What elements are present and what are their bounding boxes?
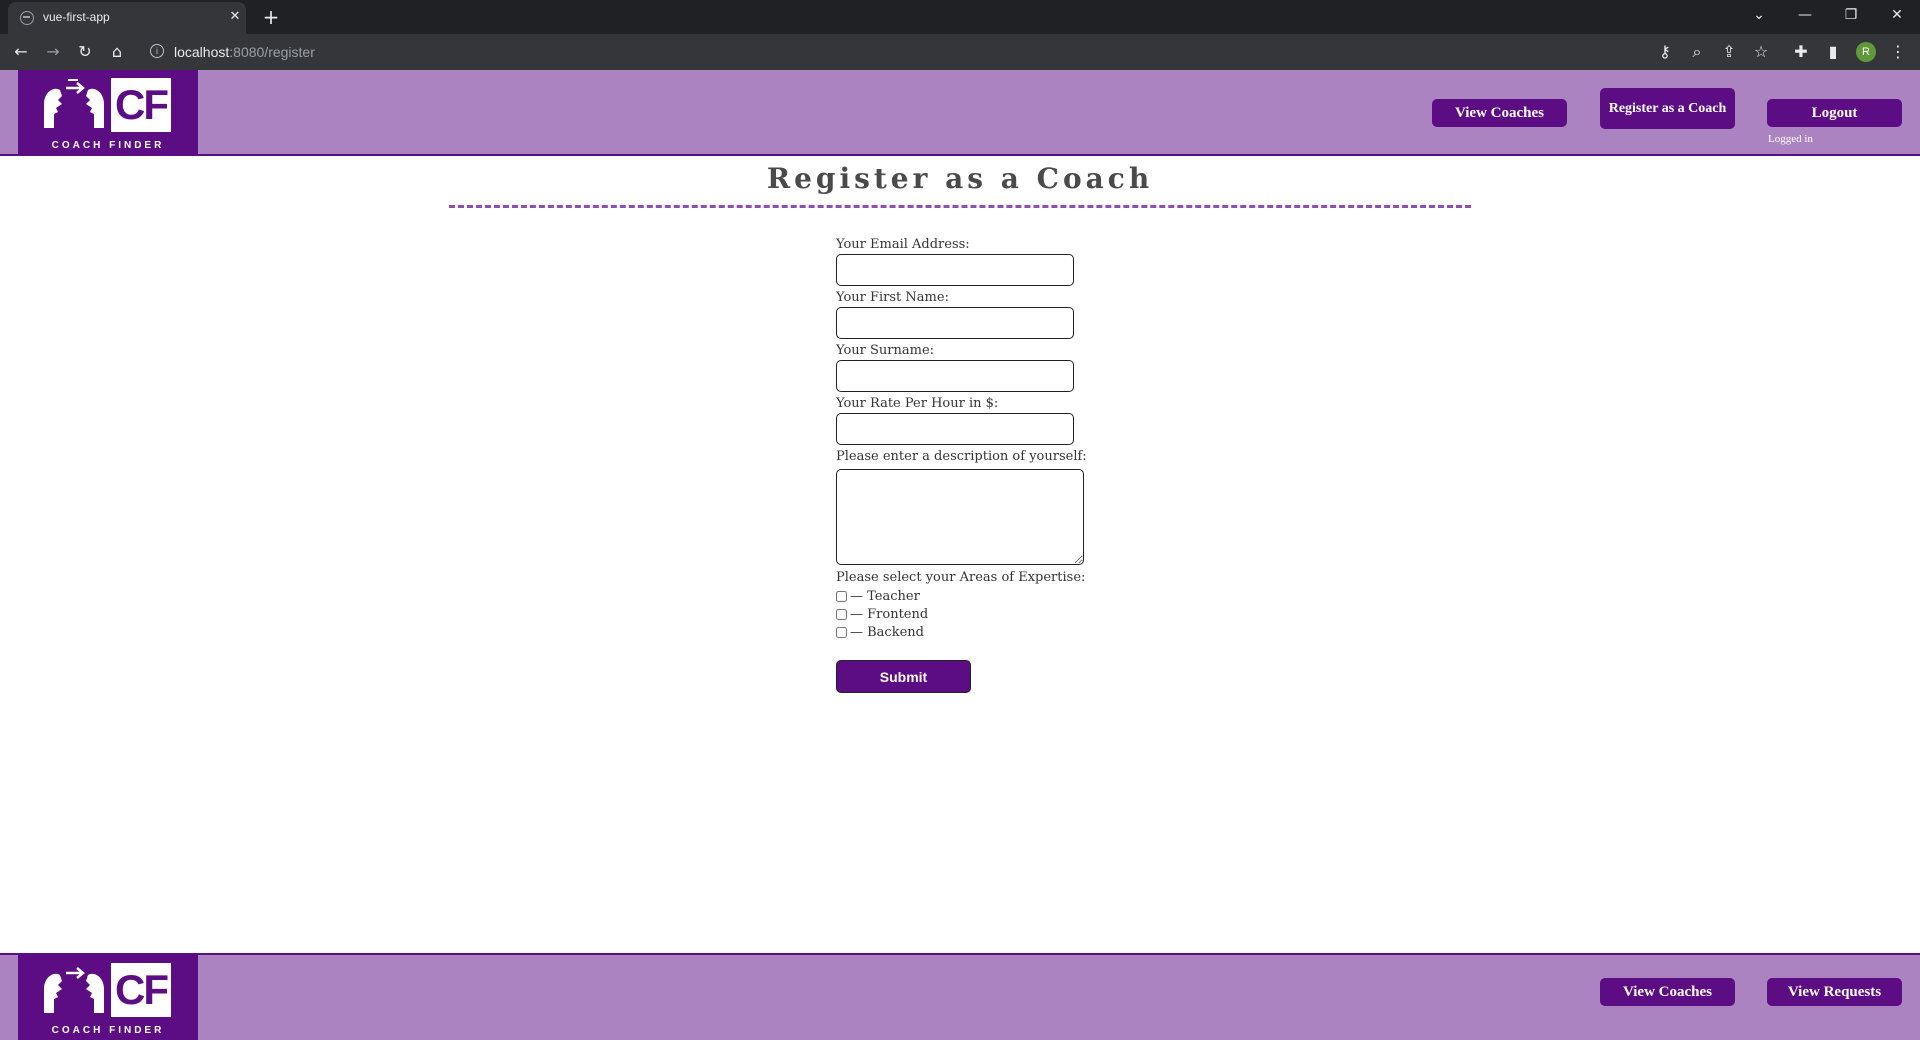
restore-button[interactable]: ❐ [1828,0,1874,30]
description-field[interactable] [836,469,1084,565]
description-label: Please enter a description of yourself: [836,449,1087,464]
heads-arrow-icon [44,967,104,1013]
browser-tab-strip: vue-first-app ✕ + ⌄ — ❐ ✕ [0,0,1920,34]
address-bar[interactable]: i localhost:8080/register [140,38,1620,66]
tab-title: vue-first-app [43,10,110,24]
coach-finder-logo[interactable]: CF COACH FINDER [18,70,198,156]
side-panel-icon[interactable]: ▮ [1821,40,1845,64]
forward-icon[interactable]: → [41,40,65,64]
register-coach-button[interactable]: Register as a Coach [1600,88,1735,129]
minimize-button[interactable]: — [1782,0,1828,30]
zoom-icon[interactable]: ⌕ [1685,40,1709,64]
tab-search-icon[interactable]: ⌄ [1736,0,1782,30]
key-icon[interactable]: ⚷ [1653,40,1677,64]
expertise-option-teacher: — Teacher [836,587,1136,605]
view-requests-button[interactable]: View Requests [1767,978,1902,1006]
tab-close-icon[interactable]: ✕ [226,8,244,26]
surname-label: Your Surname: [836,343,935,358]
email-field[interactable] [836,254,1074,286]
expertise-option-frontend: — Frontend [836,605,1136,623]
logo-name: COACH FINDER [51,140,165,151]
rate-field[interactable] [836,413,1074,445]
site-info-icon[interactable]: i [150,44,164,58]
profile-avatar[interactable]: R [1856,42,1876,62]
rate-label: Your Rate Per Hour in $: [836,396,999,411]
heads-arrow-icon [44,78,104,128]
title-divider [449,205,1471,208]
share-icon[interactable]: ⇪ [1717,40,1741,64]
back-icon[interactable]: ← [9,40,33,64]
app-footer: CF COACH FINDER View Coaches View Reques… [0,953,1920,1040]
footer-view-coaches-button[interactable]: View Coaches [1600,978,1735,1006]
logout-button[interactable]: Logout [1767,99,1902,127]
logo-mark: CF [111,963,171,1017]
teacher-label: — Teacher [850,588,920,604]
frontend-label: — Frontend [850,606,929,622]
teacher-checkbox[interactable] [836,590,847,602]
login-status: Logged in [1768,133,1813,145]
app-header: CF COACH FINDER View Coaches Register as… [0,70,1920,156]
expertise-option-backend: — Backend [836,623,1136,641]
new-tab-button[interactable]: + [260,6,282,28]
url-text: localhost:8080/register [174,44,315,60]
reload-icon[interactable]: ↻ [73,40,97,64]
backend-label: — Backend [850,624,924,640]
register-coach-form: Your Email Address: Your First Name: You… [836,236,1136,693]
more-menu-icon[interactable]: ⋮ [1886,40,1910,64]
close-window-button[interactable]: ✕ [1874,0,1920,30]
logo-name: COACH FINDER [51,1025,165,1036]
surname-field[interactable] [836,360,1074,392]
frontend-checkbox[interactable] [836,608,847,620]
extensions-icon[interactable]: ✚ [1789,40,1813,64]
browser-toolbar: ← → ↻ ⌂ i localhost:8080/register ⚷ ⌕ ⇪ … [0,34,1920,70]
submit-button[interactable]: Submit [836,660,971,693]
view-coaches-button[interactable]: View Coaches [1432,99,1567,127]
logo-mark: CF [111,78,171,132]
home-icon[interactable]: ⌂ [105,40,129,64]
browser-tab[interactable]: vue-first-app ✕ [8,2,246,34]
first-name-field[interactable] [836,307,1074,339]
backend-checkbox[interactable] [836,626,847,638]
expertise-label: Please select your Areas of Expertise: [836,570,1086,585]
footer-logo[interactable]: CF COACH FINDER [18,955,198,1040]
email-label: Your Email Address: [836,237,970,252]
page-title: Register as a Coach [766,162,1154,195]
bookmark-star-icon[interactable]: ☆ [1749,40,1773,64]
first-name-label: Your First Name: [836,290,949,305]
globe-icon [20,11,34,25]
